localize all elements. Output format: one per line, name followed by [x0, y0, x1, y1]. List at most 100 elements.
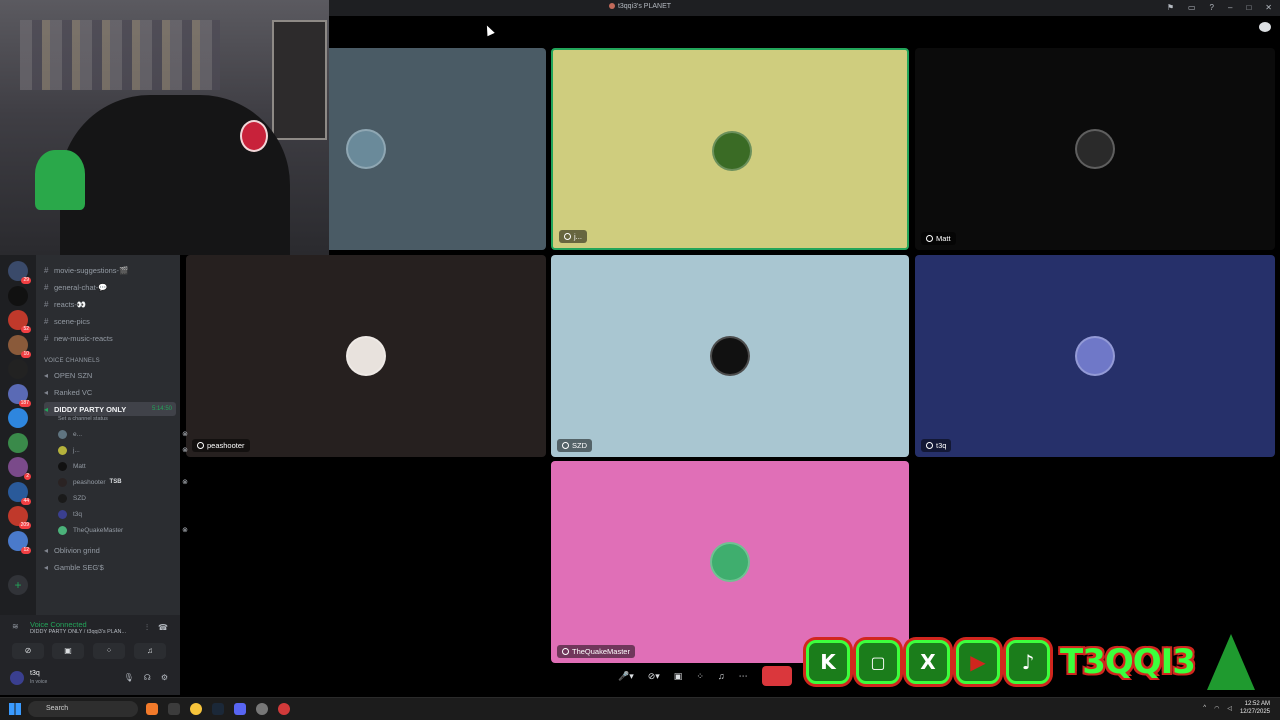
soundboard-icon[interactable]: ♫	[718, 671, 725, 681]
video-tile[interactable]: Matt	[915, 48, 1275, 250]
voice-location[interactable]: DIDDY PARTY ONLY / t3qqi3's PLAN...	[30, 629, 126, 635]
microphone-icon[interactable]: 🎤▾	[618, 671, 634, 682]
notification-badge: 209	[18, 522, 31, 529]
close-icon[interactable]: ✕	[1265, 3, 1272, 12]
holiday-decoration	[35, 150, 85, 210]
notification-badge: 12	[21, 546, 31, 554]
video-tile[interactable]: j...	[551, 48, 909, 250]
activities-icon[interactable]: ⁘	[696, 671, 704, 682]
channel-diddy-party-only[interactable]: ◂ DIDDY PARTY ONLY 5:14:50	[44, 402, 176, 416]
disconnect-icon[interactable]: ☎	[158, 623, 168, 632]
server-icon[interactable]: 2	[8, 457, 31, 480]
video-tile[interactable]: t3q	[915, 255, 1275, 457]
channel-general-chat[interactable]: # general-chat-💬	[44, 280, 176, 294]
channel-scene-pics[interactable]: # scene-pics	[44, 314, 176, 328]
video-tile[interactable]: peashooter	[186, 255, 546, 457]
more-icon[interactable]: ⋯	[739, 671, 748, 682]
channel-ranked-vc[interactable]: ◂ Ranked VC	[44, 385, 176, 399]
server-icon[interactable]: 44	[8, 481, 31, 505]
discord-icon[interactable]	[234, 703, 246, 715]
server-icon	[608, 3, 615, 9]
minimize-icon[interactable]: –	[1228, 3, 1232, 12]
voice-member[interactable]: t3q	[58, 507, 188, 521]
avatar	[58, 525, 67, 535]
volume-icon[interactable]: ◁	[1227, 705, 1232, 712]
voice-category[interactable]: VOICE CHANNELS	[44, 358, 100, 364]
noise-suppression-icon[interactable]: ⫶	[146, 623, 148, 633]
chrome-icon[interactable]	[190, 703, 202, 715]
microphone-icon[interactable]: 🎙	[124, 673, 134, 682]
chat-icon[interactable]	[1259, 22, 1271, 32]
help-icon[interactable]: ?	[1210, 3, 1214, 12]
brand-logo: T3QQI3	[1060, 642, 1196, 682]
activities-button[interactable]: ⁘	[93, 643, 125, 659]
screen-share-icon[interactable]: ▣	[674, 671, 683, 682]
channel-oblivion-grind[interactable]: ◂ Oblivion grind	[44, 543, 176, 557]
voice-member[interactable]: e... ⊗	[58, 427, 188, 441]
avatar	[710, 542, 750, 582]
avatar[interactable]	[10, 671, 24, 685]
avatar	[58, 509, 67, 519]
maximize-icon[interactable]: □	[1246, 3, 1251, 12]
video-tile[interactable]: SZD	[551, 255, 909, 457]
hash-icon: #	[44, 299, 49, 309]
shelf	[20, 20, 220, 90]
app-icon[interactable]	[168, 703, 180, 715]
voice-member[interactable]: SZD	[58, 491, 188, 505]
channel-open-szn[interactable]: ◂ OPEN SZN	[44, 368, 176, 382]
voice-status[interactable]: Voice Connected	[30, 620, 87, 629]
server-icon[interactable]: 187	[8, 383, 31, 407]
screen-share-button[interactable]: ▣	[52, 643, 84, 659]
speaker-icon: ◂	[44, 370, 49, 380]
inbox-icon[interactable]: ⚑	[1167, 3, 1174, 12]
avatar	[58, 493, 67, 503]
server-icon[interactable]: 29	[8, 261, 31, 284]
channel-movie-suggestions[interactable]: # movie-suggestions-🎬	[44, 263, 176, 277]
server-icon[interactable]	[8, 432, 28, 453]
add-server-icon[interactable]: +	[8, 575, 28, 595]
channel-gamble-segs[interactable]: ◂ Gamble SEG'$	[44, 560, 176, 574]
xbox-icon	[562, 648, 569, 655]
hash-icon: #	[44, 333, 49, 343]
clock[interactable]: 12:52 AM 12/27/2025	[1240, 700, 1270, 716]
search-box[interactable]: Search	[28, 701, 138, 717]
start-button[interactable]	[9, 703, 21, 715]
obs-icon[interactable]	[278, 703, 290, 715]
disconnect-button[interactable]	[761, 666, 792, 686]
ornament	[240, 120, 268, 152]
christmas-tree-icon	[1206, 634, 1255, 690]
notification-badge: 52	[21, 326, 31, 333]
screen-icon[interactable]: ▭	[1188, 3, 1196, 12]
username[interactable]: t3q	[30, 670, 40, 677]
gear-icon[interactable]: ⚙	[161, 673, 168, 682]
wifi-icon[interactable]: ◠	[1214, 705, 1219, 712]
server-icon[interactable]: 10	[8, 334, 31, 358]
taskbar: Search ^ ◠ ◁ 12:52 AM 12/27/2025	[0, 697, 1280, 720]
server-icon[interactable]: 209	[8, 506, 31, 529]
participant-name: t3q	[921, 439, 952, 452]
firefox-icon[interactable]	[146, 703, 158, 715]
signal-icon[interactable]: ≋	[12, 622, 19, 631]
server-icon[interactable]	[8, 285, 28, 306]
chevron-up-icon[interactable]: ^	[1203, 705, 1206, 711]
server-icon[interactable]	[8, 359, 28, 379]
server-icon[interactable]: 12	[8, 530, 31, 554]
camera-icon[interactable]: ⊘▾	[648, 671, 660, 682]
channel-status[interactable]: Set a channel status	[58, 416, 108, 422]
channel-new-music-reacts[interactable]: # new-music-reacts	[44, 331, 176, 345]
server-icon[interactable]	[8, 408, 28, 428]
settings-icon[interactable]	[256, 703, 268, 715]
headphones-icon[interactable]: ☊	[144, 673, 151, 682]
camera-off-button[interactable]: ⊘	[12, 643, 44, 659]
participant-name: j...	[559, 230, 587, 243]
voice-member[interactable]: peashooter TSB ⊗	[58, 475, 188, 489]
voice-member[interactable]: j... ⊗	[58, 443, 188, 457]
steam-icon[interactable]	[212, 703, 224, 715]
voice-member[interactable]: Matt	[58, 459, 188, 473]
server-icon[interactable]: 52	[8, 310, 31, 333]
voice-member[interactable]: TheQuakeMaster ⊗	[58, 523, 188, 537]
channel-reacts[interactable]: # reacts-👀	[44, 297, 176, 311]
soundboard-button[interactable]: ♫	[134, 643, 166, 659]
call-controls: 🎤▾ ⊘▾ ▣ ⁘ ♫ ⋯	[618, 666, 792, 686]
video-tile[interactable]: TheQuakeMaster	[551, 461, 909, 663]
